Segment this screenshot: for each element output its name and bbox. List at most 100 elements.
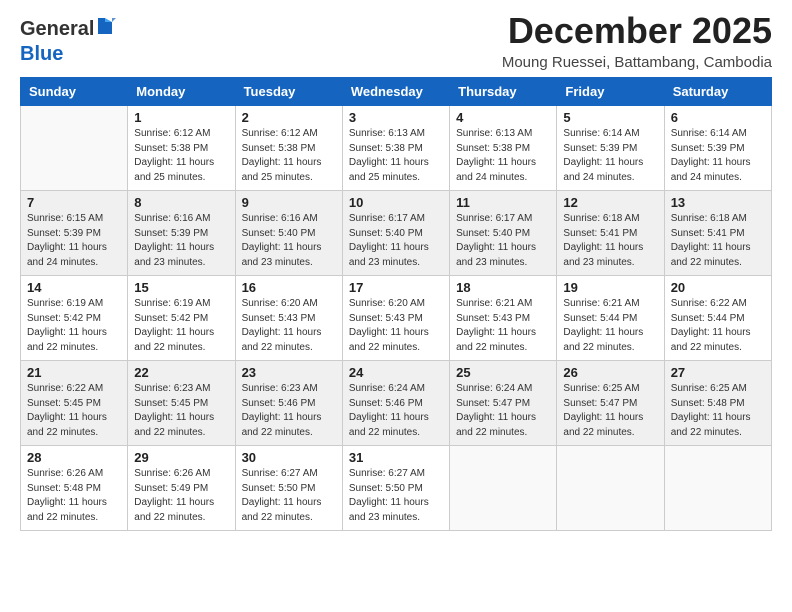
weekday-header-thursday: Thursday — [450, 78, 557, 106]
day-info: Sunrise: 6:18 AMSunset: 5:41 PMDaylight:… — [563, 212, 657, 270]
calendar-cell: 18 Sunrise: 6:21 AMSunset: 5:43 PMDayligh… — [450, 276, 557, 361]
logo-general: General — [20, 18, 94, 40]
day-info: Sunrise: 6:25 AMSunset: 5:48 PMDaylight:… — [671, 382, 765, 440]
day-number: 18 — [456, 280, 550, 295]
calendar-cell: 22 Sunrise: 6:23 AMSunset: 5:45 PMDayligh… — [128, 361, 235, 446]
day-number: 6 — [671, 110, 765, 125]
day-info: Sunrise: 6:12 AMSunset: 5:38 PMDaylight:… — [134, 127, 228, 185]
calendar-cell: 23 Sunrise: 6:23 AMSunset: 5:46 PMDayligh… — [235, 361, 342, 446]
day-info: Sunrise: 6:27 AMSunset: 5:50 PMDaylight:… — [242, 467, 336, 525]
day-info: Sunrise: 6:25 AMSunset: 5:47 PMDaylight:… — [563, 382, 657, 440]
weekday-header-wednesday: Wednesday — [342, 78, 449, 106]
day-info: Sunrise: 6:21 AMSunset: 5:43 PMDaylight:… — [456, 297, 550, 355]
calendar-cell: 21 Sunrise: 6:22 AMSunset: 5:45 PMDayligh… — [21, 361, 128, 446]
calendar-cell: 13 Sunrise: 6:18 AMSunset: 5:41 PMDayligh… — [664, 191, 771, 276]
calendar-cell: 17 Sunrise: 6:20 AMSunset: 5:43 PMDayligh… — [342, 276, 449, 361]
calendar-cell: 4Sunrise: 6:13 AMSunset: 5:38 PMDaylight… — [450, 106, 557, 191]
calendar-cell: 5 Sunrise: 6:14 AMSunset: 5:39 PMDaylight… — [557, 106, 664, 191]
weekday-header-saturday: Saturday — [664, 78, 771, 106]
weekday-header-tuesday: Tuesday — [235, 78, 342, 106]
day-number: 20 — [671, 280, 765, 295]
day-number: 9 — [242, 195, 336, 210]
day-number: 28 — [27, 450, 121, 465]
calendar-cell: 29Sunrise: 6:26 AMSunset: 5:49 PMDayligh… — [128, 446, 235, 531]
logo: General Blue — [20, 16, 116, 65]
calendar-week-row: 7Sunrise: 6:15 AMSunset: 5:39 PMDaylight… — [21, 191, 772, 276]
day-info: Sunrise: 6:16 AMSunset: 5:39 PMDaylight:… — [134, 212, 228, 270]
day-number: 5 — [563, 110, 657, 125]
day-number: 15 — [134, 280, 228, 295]
header: General Blue December 2025 Moung Ruessei… — [20, 10, 772, 71]
day-info: Sunrise: 6:14 AMSunset: 5:39 PMDaylight:… — [563, 127, 657, 185]
calendar-cell: 7Sunrise: 6:15 AMSunset: 5:39 PMDaylight… — [21, 191, 128, 276]
day-info: Sunrise: 6:15 AMSunset: 5:39 PMDaylight:… — [27, 212, 121, 270]
day-number: 13 — [671, 195, 765, 210]
calendar-cell: 10Sunrise: 6:17 AMSunset: 5:40 PMDayligh… — [342, 191, 449, 276]
day-number: 1 — [134, 110, 228, 125]
day-info: Sunrise: 6:16 AMSunset: 5:40 PMDaylight:… — [242, 212, 336, 270]
calendar-cell — [557, 446, 664, 531]
day-info: Sunrise: 6:20 AMSunset: 5:43 PMDaylight:… — [242, 297, 336, 355]
day-info: Sunrise: 6:24 AMSunset: 5:46 PMDaylight:… — [349, 382, 443, 440]
calendar-cell: 8 Sunrise: 6:16 AMSunset: 5:39 PMDaylight… — [128, 191, 235, 276]
calendar-cell: 30 Sunrise: 6:27 AMSunset: 5:50 PMDayligh… — [235, 446, 342, 531]
day-info: Sunrise: 6:24 AMSunset: 5:47 PMDaylight:… — [456, 382, 550, 440]
logo-icon — [94, 16, 116, 43]
day-number: 21 — [27, 365, 121, 380]
day-number: 11 — [456, 195, 550, 210]
day-number: 25 — [456, 365, 550, 380]
day-info: Sunrise: 6:19 AMSunset: 5:42 PMDaylight:… — [134, 297, 228, 355]
calendar-cell: 25 Sunrise: 6:24 AMSunset: 5:47 PMDayligh… — [450, 361, 557, 446]
day-number: 3 — [349, 110, 443, 125]
day-info: Sunrise: 6:13 AMSunset: 5:38 PMDaylight:… — [349, 127, 443, 185]
day-number: 8 — [134, 195, 228, 210]
day-info: Sunrise: 6:19 AMSunset: 5:42 PMDaylight:… — [27, 297, 121, 355]
day-number: 31 — [349, 450, 443, 465]
calendar-week-row: 1 Sunrise: 6:12 AMSunset: 5:38 PMDaylight… — [21, 106, 772, 191]
calendar-cell: 28 Sunrise: 6:26 AMSunset: 5:48 PMDayligh… — [21, 446, 128, 531]
day-info: Sunrise: 6:20 AMSunset: 5:43 PMDaylight:… — [349, 297, 443, 355]
month-title: December 2025 — [502, 10, 772, 52]
logo-blue: Blue — [20, 43, 63, 65]
day-info: Sunrise: 6:26 AMSunset: 5:48 PMDaylight:… — [27, 467, 121, 525]
day-number: 16 — [242, 280, 336, 295]
subtitle: Moung Ruessei, Battambang, Cambodia — [502, 54, 772, 71]
calendar-week-row: 21 Sunrise: 6:22 AMSunset: 5:45 PMDayligh… — [21, 361, 772, 446]
calendar-cell: 12 Sunrise: 6:18 AMSunset: 5:41 PMDayligh… — [557, 191, 664, 276]
title-block: December 2025 Moung Ruessei, Battambang,… — [502, 10, 772, 71]
weekday-header-row: SundayMondayTuesdayWednesdayThursdayFrid… — [21, 78, 772, 106]
calendar-cell: 24Sunrise: 6:24 AMSunset: 5:46 PMDayligh… — [342, 361, 449, 446]
calendar-cell: 6 Sunrise: 6:14 AMSunset: 5:39 PMDaylight… — [664, 106, 771, 191]
weekday-header-friday: Friday — [557, 78, 664, 106]
day-info: Sunrise: 6:22 AMSunset: 5:45 PMDaylight:… — [27, 382, 121, 440]
day-number: 27 — [671, 365, 765, 380]
calendar: SundayMondayTuesdayWednesdayThursdayFrid… — [20, 77, 772, 531]
day-info: Sunrise: 6:14 AMSunset: 5:39 PMDaylight:… — [671, 127, 765, 185]
day-number: 22 — [134, 365, 228, 380]
calendar-cell: 15 Sunrise: 6:19 AMSunset: 5:42 PMDayligh… — [128, 276, 235, 361]
calendar-cell — [450, 446, 557, 531]
calendar-cell: 27 Sunrise: 6:25 AMSunset: 5:48 PMDayligh… — [664, 361, 771, 446]
calendar-cell — [664, 446, 771, 531]
day-info: Sunrise: 6:22 AMSunset: 5:44 PMDaylight:… — [671, 297, 765, 355]
day-info: Sunrise: 6:12 AMSunset: 5:38 PMDaylight:… — [242, 127, 336, 185]
weekday-header-sunday: Sunday — [21, 78, 128, 106]
day-number: 26 — [563, 365, 657, 380]
calendar-week-row: 14 Sunrise: 6:19 AMSunset: 5:42 PMDayligh… — [21, 276, 772, 361]
day-number: 23 — [242, 365, 336, 380]
calendar-cell: 1 Sunrise: 6:12 AMSunset: 5:38 PMDaylight… — [128, 106, 235, 191]
day-info: Sunrise: 6:23 AMSunset: 5:46 PMDaylight:… — [242, 382, 336, 440]
day-number: 14 — [27, 280, 121, 295]
day-number: 30 — [242, 450, 336, 465]
day-info: Sunrise: 6:21 AMSunset: 5:44 PMDaylight:… — [563, 297, 657, 355]
calendar-cell: 16 Sunrise: 6:20 AMSunset: 5:43 PMDayligh… — [235, 276, 342, 361]
calendar-cell: 3 Sunrise: 6:13 AMSunset: 5:38 PMDaylight… — [342, 106, 449, 191]
day-info: Sunrise: 6:17 AMSunset: 5:40 PMDaylight:… — [456, 212, 550, 270]
calendar-cell: 20 Sunrise: 6:22 AMSunset: 5:44 PMDayligh… — [664, 276, 771, 361]
day-info: Sunrise: 6:18 AMSunset: 5:41 PMDaylight:… — [671, 212, 765, 270]
day-number: 17 — [349, 280, 443, 295]
day-info: Sunrise: 6:27 AMSunset: 5:50 PMDaylight:… — [349, 467, 443, 525]
day-info: Sunrise: 6:23 AMSunset: 5:45 PMDaylight:… — [134, 382, 228, 440]
day-number: 12 — [563, 195, 657, 210]
day-info: Sunrise: 6:13 AMSunset: 5:38 PMDaylight:… — [456, 127, 550, 185]
